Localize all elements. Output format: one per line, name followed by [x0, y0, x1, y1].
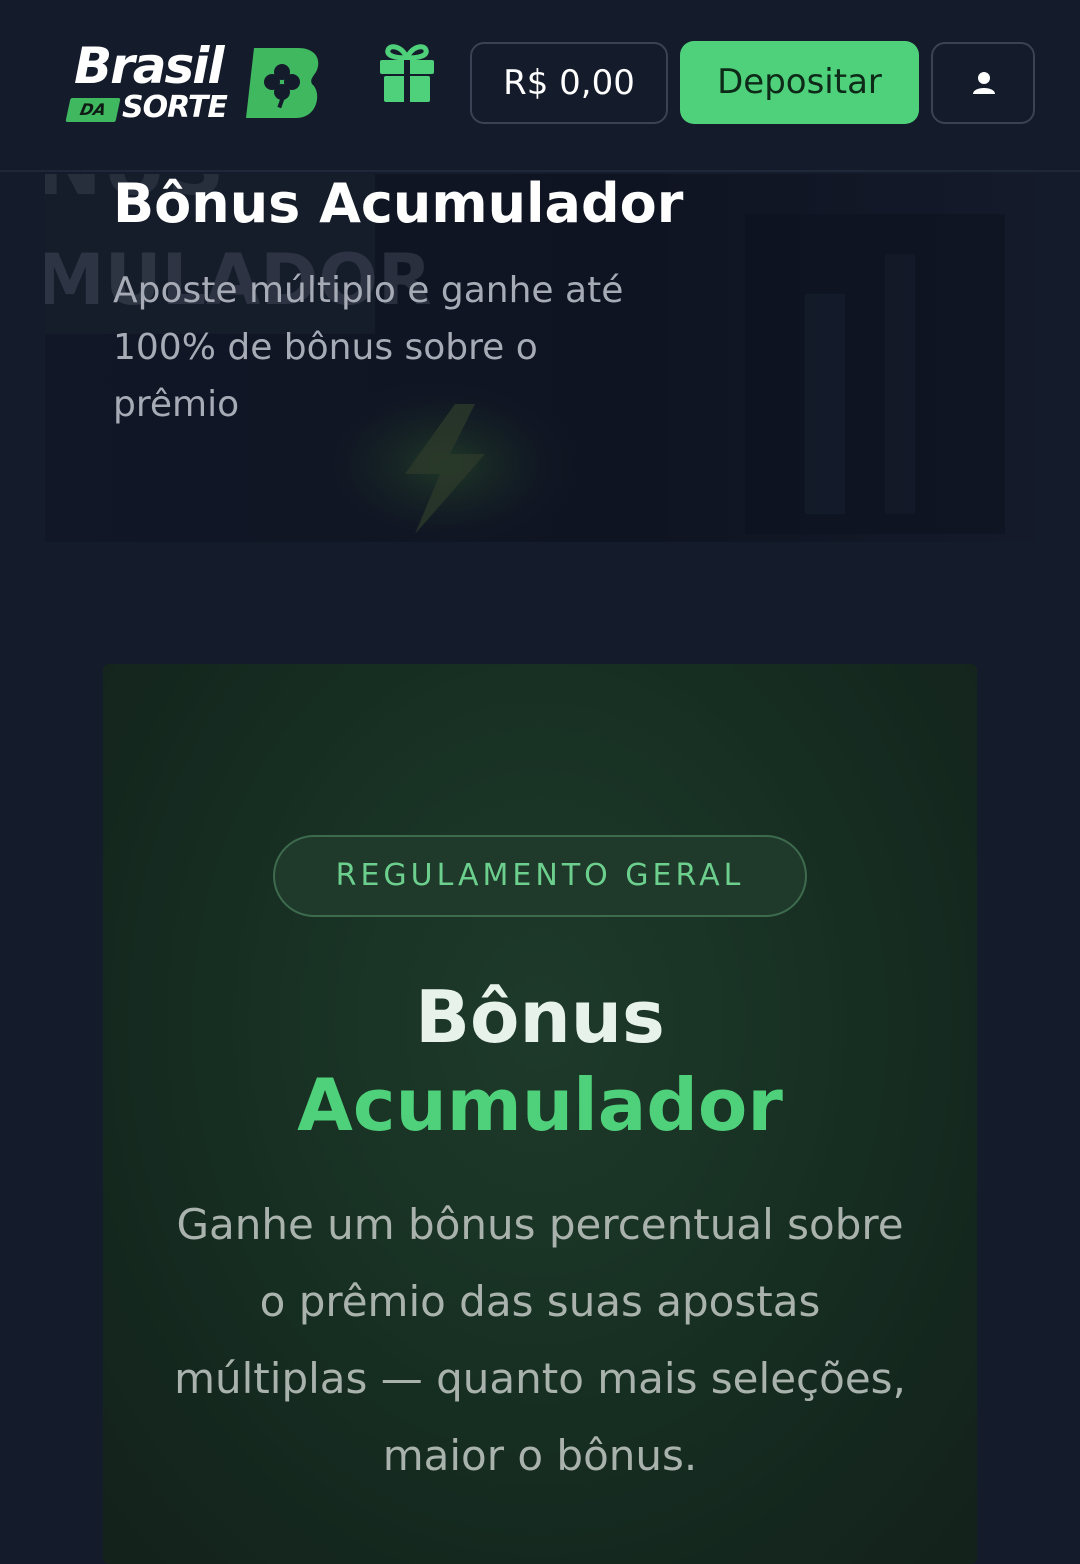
rules-card: REGULAMENTO GERAL Bônus Acumulador Ganhe… — [103, 664, 977, 1564]
logo-word-sorte: SORTE — [122, 90, 228, 125]
card-title-line2: Acumulador — [297, 1063, 783, 1147]
deposit-button[interactable]: Depositar — [680, 41, 919, 124]
balance-display[interactable]: R$ 0,00 — [470, 42, 668, 124]
hero-subtitle: Aposte múltiplo e ganhe até 100% de bônu… — [113, 270, 624, 425]
logo-word-brasil: Brasil — [74, 37, 225, 95]
logo-clover-icon — [246, 48, 319, 118]
gift-icon[interactable] — [374, 40, 440, 106]
card-title-line1: Bônus — [415, 975, 665, 1059]
user-icon — [973, 72, 995, 94]
card-description: Ganhe um bônus percentual sobre o prêmio… — [174, 1200, 906, 1480]
top-header: Brasil DA SORTE R$ 0,00 Depositar — [0, 0, 1080, 172]
hero-title: Bônus Acumulador — [113, 174, 684, 235]
user-account-button[interactable] — [931, 42, 1035, 124]
logo-badge-da: DA — [65, 98, 121, 122]
regulation-badge: REGULAMENTO GERAL — [273, 835, 807, 917]
brasil-da-sorte-logo[interactable]: Brasil DA SORTE — [65, 36, 326, 132]
promo-hero-banner: NUS MULADOR Bônus Acumulador Aposte múlt… — [45, 174, 1035, 542]
